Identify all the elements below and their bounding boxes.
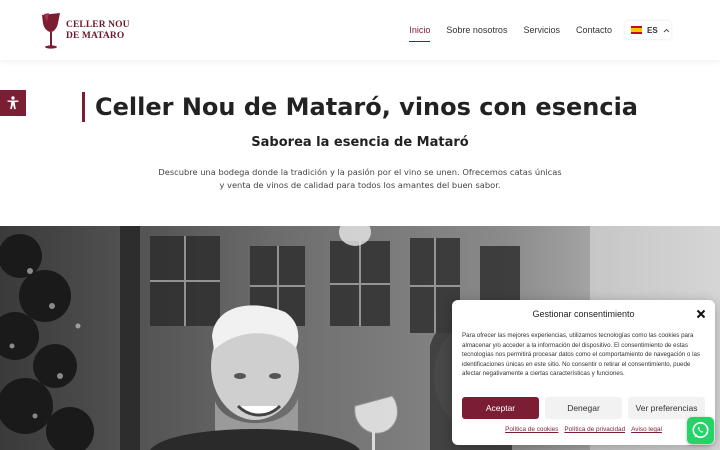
wine-glass-logo-icon <box>42 13 60 49</box>
nav-link-inicio[interactable]: Inicio <box>409 21 431 42</box>
logo-text: CELLER NOU DE MATARO <box>66 20 130 42</box>
site-header: CELLER NOU DE MATARO Inicio Sobre nosotr… <box>0 0 720 60</box>
cookie-policy-link[interactable]: Política de cookies <box>505 426 558 433</box>
consent-links: Política de cookies Política de privacid… <box>452 426 715 433</box>
nav-link-servicios[interactable]: Servicios <box>523 21 560 39</box>
nav-link-sobre-nosotros[interactable]: Sobre nosotros <box>446 21 507 39</box>
preferences-button[interactable]: Ver preferencias <box>628 397 705 419</box>
whatsapp-button[interactable] <box>687 417 714 444</box>
language-switcher[interactable]: ES <box>625 21 671 39</box>
deny-button[interactable]: Denegar <box>545 397 622 419</box>
accept-button[interactable]: Aceptar <box>462 397 539 419</box>
chevron-up-icon <box>663 28 670 32</box>
accessibility-button[interactable] <box>0 90 26 116</box>
privacy-policy-link[interactable]: Política de privacidad <box>564 426 625 433</box>
logo-line-1: CELLER NOU <box>66 20 130 30</box>
accessibility-icon <box>7 96 19 110</box>
spain-flag-icon <box>631 26 642 34</box>
cookie-consent-dialog: Gestionar consentimiento Para ofrecer la… <box>452 300 715 445</box>
site-logo[interactable]: CELLER NOU DE MATARO <box>40 11 130 51</box>
whatsapp-icon <box>692 422 709 438</box>
nav-link-contacto[interactable]: Contacto <box>576 21 612 39</box>
close-icon[interactable] <box>696 309 706 319</box>
legal-notice-link[interactable]: Aviso legal <box>631 426 662 433</box>
main-nav: Inicio Sobre nosotros Servicios Contacto <box>409 0 612 60</box>
language-code: ES <box>647 25 658 35</box>
consent-title: Gestionar consentimiento <box>532 309 635 319</box>
page-description: Descubre una bodega donde la tradición y… <box>158 167 562 190</box>
logo-line-2: DE MATARO <box>66 31 125 41</box>
page-subtitle: Saborea la esencia de Mataró <box>251 135 469 150</box>
page-title: Celler Nou de Mataró, vinos con esencia <box>82 92 638 122</box>
consent-text: Para ofrecer las mejores experiencias, u… <box>462 332 701 378</box>
